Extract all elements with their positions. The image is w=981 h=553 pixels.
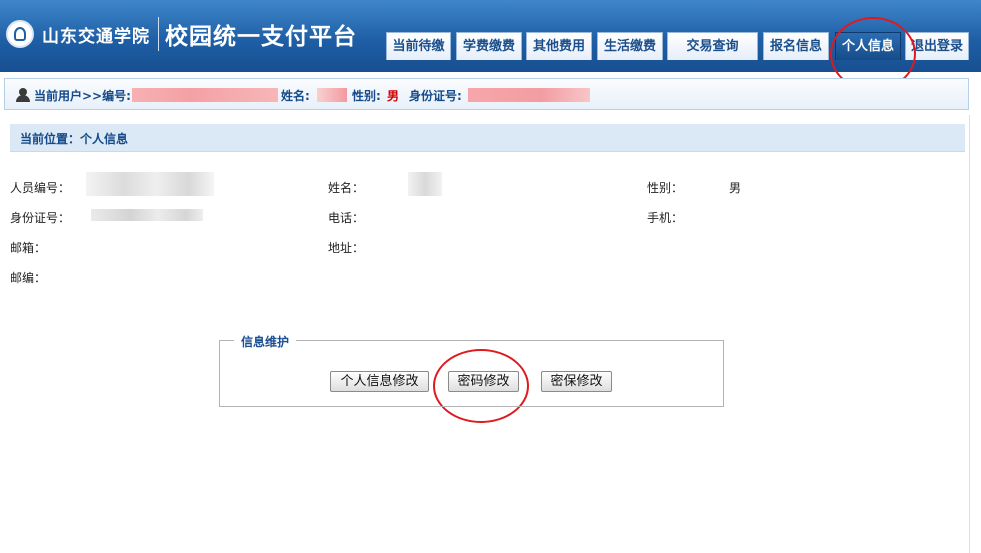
logo: 山东交通学院 校园统一支付平台 [6,12,357,56]
redacted-staff-no [86,172,214,196]
id-label: 身份证号: [409,89,462,103]
gender-label: 性别： [647,181,684,195]
tab-transactions[interactable]: 交易查询 [667,32,758,60]
content-border [969,115,970,553]
phone-label: 电话： [328,211,365,225]
change-password-button[interactable]: 密码修改 [448,371,519,392]
tab-other-fees[interactable]: 其他费用 [526,32,592,60]
edit-personal-info-button[interactable]: 个人信息修改 [330,371,429,392]
current-user-label: 当前用户>>编号: [34,89,131,103]
panel-legend: 信息维护 [234,333,297,350]
tab-personal-info[interactable]: 个人信息 [835,32,901,60]
address-label: 地址： [328,241,365,255]
redacted-id [468,88,590,102]
zip-label: 邮编： [10,271,47,285]
redacted-name [408,172,442,196]
user-icon [16,88,30,102]
email-label: 邮箱： [10,241,47,255]
gender-value: 男 [729,181,742,195]
current-user-bar: 当前用户>>编号: 姓名: 性别: 男 身份证号: [4,78,969,110]
name-label: 姓名： [328,181,365,195]
info-maintenance-panel: 信息维护 个人信息修改 密码修改 密保修改 [219,333,724,407]
staff-no-label: 人员编号： [10,181,71,195]
name-label: 姓名: [281,89,310,103]
top-banner: 山东交通学院 校园统一支付平台 当前待缴 学费缴费 其他费用 生活缴费 交易查询… [0,0,981,72]
tab-registration[interactable]: 报名信息 [763,32,829,60]
redacted-number [132,88,278,102]
gender-value: 男 [387,89,400,103]
tab-pending[interactable]: 当前待缴 [386,32,451,60]
mobile-label: 手机： [647,211,684,225]
platform-title: 校园统一支付平台 [165,24,357,50]
tab-living-fees[interactable]: 生活缴费 [597,32,663,60]
breadcrumb: 当前位置：个人信息 [10,124,965,152]
title-divider [158,17,159,51]
gender-label: 性别: [352,89,381,103]
tab-logout[interactable]: 退出登录 [905,32,969,60]
redacted-name [317,88,347,102]
redacted-id-number [91,209,203,221]
school-name: 山东交通学院 [42,26,150,47]
tab-tuition[interactable]: 学费缴费 [456,32,522,60]
school-seal-icon [6,20,34,48]
security-question-button[interactable]: 密保修改 [541,371,612,392]
current-location: 当前位置：个人信息 [20,132,129,146]
id-number-label: 身份证号： [10,211,71,225]
